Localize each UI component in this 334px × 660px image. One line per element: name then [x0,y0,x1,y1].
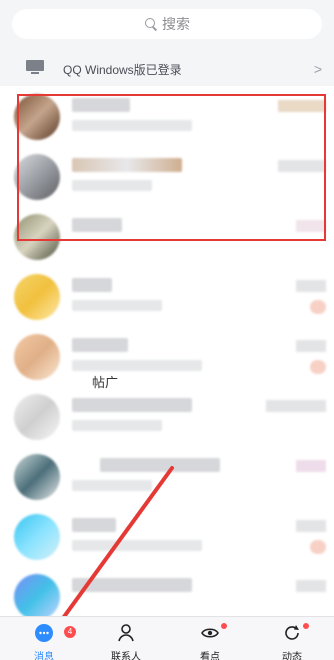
message-preview-blurred [72,480,152,491]
contact-name-blurred [72,278,112,292]
time-blurred [296,460,326,472]
tab-messages-label: 消息 [34,652,54,660]
contact-name-blurred [72,518,116,532]
person-icon [118,624,134,642]
tab-updates[interactable]: 动态 [262,623,322,660]
message-preview-blurred [72,420,162,431]
tab-kandian-label: 看点 [200,652,220,660]
tab-contacts[interactable]: 联系人 [96,623,156,660]
new-content-dot [303,623,309,629]
unread-count-badge: 4 [64,626,76,638]
contact-name-blurred [72,398,192,412]
tab-updates-label: 动态 [282,652,302,660]
avatar [14,574,60,620]
search-placeholder: 搜索 [162,16,190,32]
new-content-dot [221,623,227,629]
unread-badge-blurred [310,300,326,314]
time-blurred [296,340,326,352]
time-blurred [266,400,326,412]
chat-row-name: 帖广 [92,375,119,390]
avatar [14,334,60,380]
chevron-right-icon: > [313,61,322,77]
message-preview-blurred [72,540,202,551]
avatar [14,394,60,440]
monitor-icon [26,60,44,75]
message-preview-blurred [72,360,202,371]
message-bubble-icon [35,624,53,642]
unread-badge-blurred [310,360,326,374]
login-status-bar[interactable]: QQ Windows版已登录 > [0,50,334,86]
bottom-tab-bar: 4 消息 联系人 看点 动态 [0,616,334,660]
time-blurred [296,580,326,592]
refresh-icon [285,625,299,640]
tab-messages[interactable]: 4 消息 [14,623,76,660]
chat-row[interactable] [0,446,334,506]
avatar [14,514,60,560]
tab-contacts-label: 联系人 [111,652,141,660]
chat-row[interactable] [0,326,334,386]
message-preview-blurred [72,300,162,311]
avatar [14,454,60,500]
chat-row[interactable] [0,266,334,326]
chat-row[interactable] [0,506,334,566]
search-icon [144,17,158,31]
annotation-highlight-box [17,94,326,241]
login-status-text: QQ Windows版已登录 [63,63,182,77]
search-input[interactable]: 搜索 [12,9,322,39]
time-blurred [296,520,326,532]
contact-name-blurred [100,458,220,472]
eye-icon [201,628,219,638]
avatar [14,274,60,320]
unread-badge-blurred [310,540,326,554]
chat-row[interactable] [0,386,334,446]
tab-kandian[interactable]: 看点 [180,623,240,660]
time-blurred [296,280,326,292]
search-area: 搜索 [0,0,334,50]
contact-name-blurred [72,338,128,352]
contact-name-blurred [72,578,192,592]
